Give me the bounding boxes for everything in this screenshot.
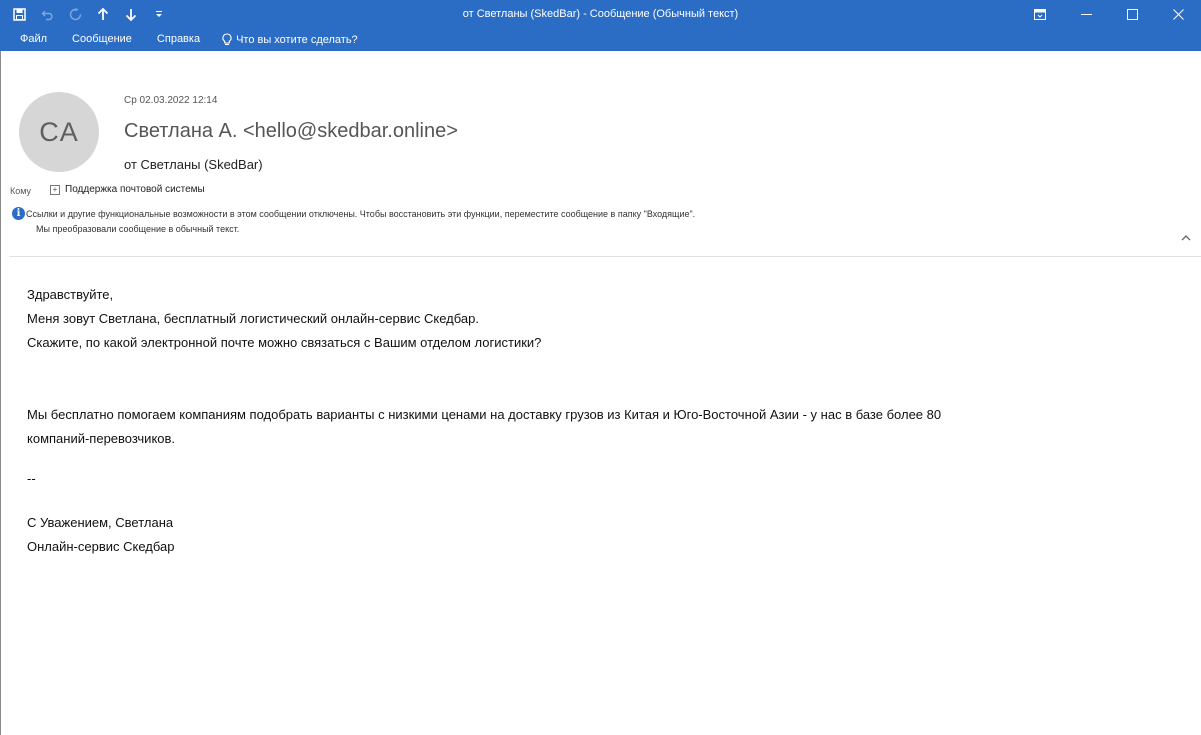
signature-separator: -- [27,471,36,486]
sender-name[interactable]: Светлана А. <hello@skedbar.online> [124,120,458,143]
signature-line: Онлайн-сервис Скедбар [27,539,175,554]
recipient[interactable]: + Поддержка почтовой системы [50,184,205,195]
body-greeting: Здравствуйте, [27,287,114,302]
menu-message[interactable]: Сообщение [59,28,144,51]
menu-bar: Файл Сообщение Справка Что вы хотите сде… [0,28,358,51]
body-line: Мы бесплатно помогаем компаниям подобрат… [27,407,942,422]
window-border [0,51,1,735]
down-arrow-icon[interactable] [117,0,145,28]
expand-icon[interactable]: + [50,184,60,195]
info-bar-line-2: Мы преобразовали сообщение в обычный тек… [36,224,240,234]
menu-help[interactable]: Справка [144,28,212,51]
message-subject: от Светланы (SkedBar) [124,157,263,172]
redo-icon[interactable] [61,0,89,28]
lightbulb-icon [222,33,232,46]
up-arrow-icon[interactable] [89,0,117,28]
save-icon[interactable] [5,0,33,28]
header-divider [10,256,1201,257]
message-date: Ср 02.03.2022 12:14 [124,95,218,106]
body-line: Меня зовут Светлана, бесплатный логистич… [27,311,479,326]
body-line: Скажите, по какой электронной почте можн… [27,335,542,350]
to-label: Кому [10,186,32,196]
collapse-header-chevron-up-icon[interactable] [1180,231,1192,243]
menu-file[interactable]: Файл [0,28,59,51]
title-bar: от Светланы (SkedBar) - Сообщение (Обычн… [0,0,1201,51]
minimize-icon[interactable] [1063,0,1109,28]
recipient-name: Поддержка почтовой системы [65,184,205,195]
quick-access-toolbar [0,0,173,28]
info-bar-line-1[interactable]: Ссылки и другие функциональные возможнос… [26,209,695,219]
undo-icon[interactable] [33,0,61,28]
info-icon: i [12,207,25,220]
ribbon-display-options-icon[interactable] [1017,0,1063,28]
avatar: CA [19,92,99,172]
tell-me-label: Что вы хотите сделать? [236,33,358,46]
close-icon[interactable] [1155,0,1201,28]
window-controls [1017,0,1201,28]
body-line: компаний-перевозчиков. [27,431,176,446]
customize-icon[interactable] [145,0,173,28]
maximize-icon[interactable] [1109,0,1155,28]
tell-me-box[interactable]: Что вы хотите сделать? [212,33,358,46]
signature-line: С Уважением, Светлана [27,515,174,530]
